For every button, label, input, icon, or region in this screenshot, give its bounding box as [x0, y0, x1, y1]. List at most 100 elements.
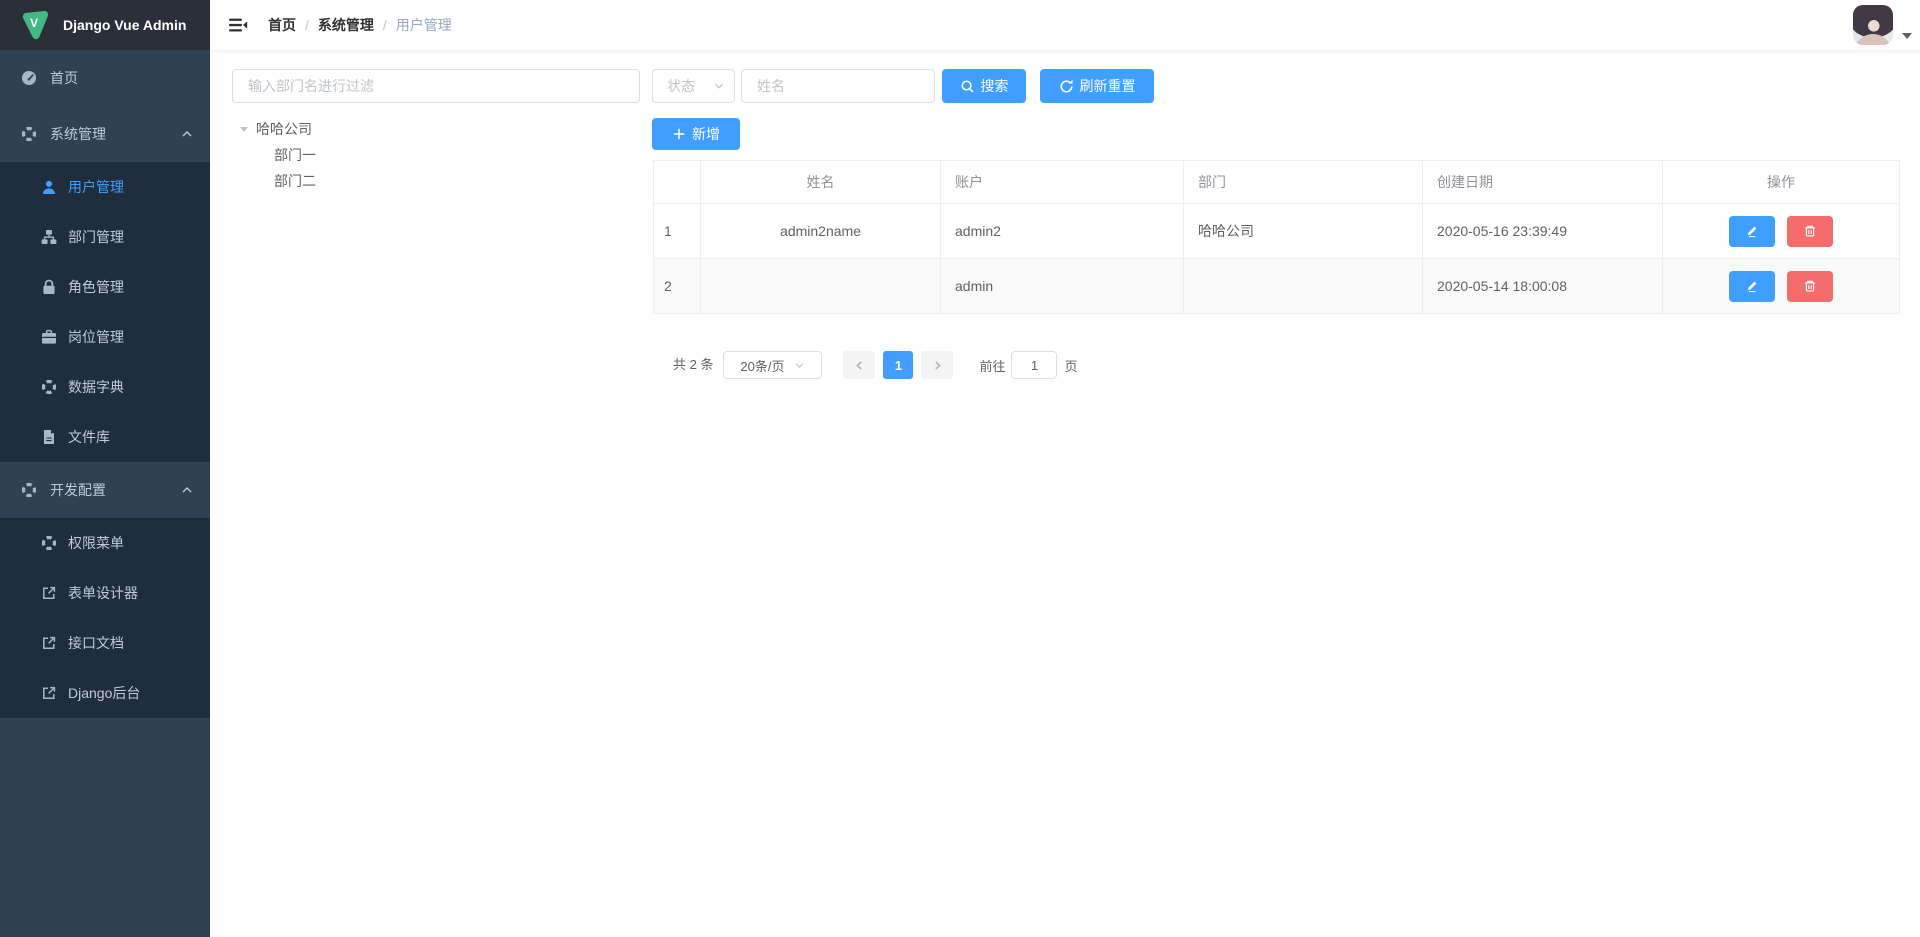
page-jumper-input[interactable]	[1011, 351, 1057, 379]
refresh-reset-button-label: 刷新重置	[1080, 76, 1136, 96]
app-title: Django Vue Admin	[63, 17, 186, 33]
table-header-row: 姓名 账户 部门 创建日期 操作	[654, 161, 1900, 204]
tree-node-root[interactable]: 哈哈公司	[232, 116, 640, 142]
permission-icon	[41, 535, 57, 551]
edit-button[interactable]	[1729, 216, 1775, 247]
hamburger-icon	[228, 15, 248, 35]
col-header-index	[654, 161, 701, 204]
svg-text:V: V	[30, 16, 39, 30]
name-filter-input[interactable]	[741, 69, 935, 103]
dashboard-icon	[21, 70, 37, 86]
cell-dept: 哈哈公司	[1184, 204, 1423, 259]
chevron-up-icon	[181, 128, 193, 140]
search-icon	[960, 79, 975, 94]
page-size-value: 20条/页	[740, 356, 784, 375]
page-number-active[interactable]: 1	[883, 351, 913, 379]
sidebar-group-label: 开发配置	[50, 480, 106, 500]
sidebar-item-users[interactable]: 用户管理	[0, 162, 210, 212]
chevron-down-icon	[793, 359, 806, 372]
sidebar-item-api-docs[interactable]: 接口文档	[0, 618, 210, 668]
sidebar-item-label: 数据字典	[68, 377, 124, 397]
app-root: V Django Vue Admin 首页 系统管理	[0, 0, 1920, 937]
document-icon	[41, 429, 57, 445]
goto-label: 前往	[979, 356, 1005, 375]
chevron-up-icon	[181, 484, 193, 496]
dept-filter-input[interactable]	[232, 69, 640, 103]
next-page-button[interactable]	[921, 351, 953, 379]
sidebar-item-permission-menu[interactable]: 权限菜单	[0, 518, 210, 568]
status-select[interactable]: 状态	[652, 69, 735, 103]
navbar: 首页 / 系统管理 / 用户管理	[210, 0, 1920, 50]
dept-tree: 哈哈公司 部门一 部门二	[232, 116, 640, 194]
sidebar-group-devconfig[interactable]: 开发配置	[0, 462, 210, 518]
external-link-icon	[41, 635, 57, 651]
component-icon	[21, 482, 37, 498]
cell-account: admin	[941, 259, 1184, 314]
add-button[interactable]: 新增	[652, 118, 740, 150]
tree-node-label: 哈哈公司	[256, 119, 312, 139]
search-button[interactable]: 搜索	[942, 69, 1026, 103]
col-header-name: 姓名	[701, 161, 941, 204]
dept-filter	[232, 69, 640, 103]
sidebar-item-positions[interactable]: 岗位管理	[0, 312, 210, 362]
component-icon	[21, 126, 37, 142]
sidebar-item-files[interactable]: 文件库	[0, 412, 210, 462]
user-avatar[interactable]	[1853, 5, 1893, 45]
cell-actions	[1663, 204, 1900, 259]
breadcrumb-system[interactable]: 系统管理	[318, 15, 374, 35]
submenu-system: 用户管理 部门管理 角色管理	[0, 162, 210, 462]
delete-button[interactable]	[1787, 216, 1833, 247]
col-header-dept: 部门	[1184, 161, 1423, 204]
dict-icon	[41, 379, 57, 395]
name-filter	[741, 69, 935, 103]
trash-icon	[1803, 224, 1817, 238]
sidebar-item-label: Django后台	[68, 683, 140, 703]
external-link-icon	[41, 585, 57, 601]
sidebar-item-label: 权限菜单	[68, 533, 124, 553]
sidebar-item-form-designer[interactable]: 表单设计器	[0, 568, 210, 618]
col-header-actions: 操作	[1663, 161, 1900, 204]
cell-index: 2	[654, 259, 701, 314]
sidebar-item-label: 接口文档	[68, 633, 124, 653]
breadcrumb-current: 用户管理	[396, 15, 452, 35]
app-logo[interactable]: V Django Vue Admin	[0, 0, 210, 50]
tree-node-label: 部门二	[274, 171, 316, 191]
page-unit-label: 页	[1064, 356, 1077, 375]
edit-button[interactable]	[1729, 271, 1775, 302]
tree-node-label: 部门一	[274, 145, 316, 165]
cell-created: 2020-05-16 23:39:49	[1423, 204, 1663, 259]
sidebar-item-home[interactable]: 首页	[0, 50, 210, 106]
breadcrumb-home[interactable]: 首页	[268, 15, 296, 35]
submenu-devconfig: 权限菜单 表单设计器 接口文档	[0, 518, 210, 718]
lock-icon	[41, 279, 57, 295]
delete-button[interactable]	[1787, 271, 1833, 302]
caret-down-icon[interactable]	[1902, 33, 1912, 39]
sidebar-group-system[interactable]: 系统管理	[0, 106, 210, 162]
tree-node-child[interactable]: 部门一	[232, 142, 640, 168]
edit-icon	[1745, 279, 1759, 293]
chevron-right-icon	[931, 359, 944, 372]
cell-name: admin2name	[701, 204, 941, 259]
sidebar-item-departments[interactable]: 部门管理	[0, 212, 210, 262]
tree-node-child[interactable]: 部门二	[232, 168, 640, 194]
tree-expand-icon[interactable]	[232, 127, 256, 132]
sidebar-item-label: 用户管理	[68, 177, 124, 197]
page-size-select[interactable]: 20条/页	[723, 351, 822, 379]
sidebar-item-label: 岗位管理	[68, 327, 124, 347]
pagination-total: 共 2 条	[673, 351, 713, 379]
breadcrumb: 首页 / 系统管理 / 用户管理	[268, 15, 452, 35]
sidebar-item-dictionary[interactable]: 数据字典	[0, 362, 210, 412]
breadcrumb-separator: /	[305, 17, 309, 33]
prev-page-button[interactable]	[843, 351, 875, 379]
col-header-account: 账户	[941, 161, 1184, 204]
cell-dept	[1184, 259, 1423, 314]
sidebar-item-django-admin[interactable]: Django后台	[0, 668, 210, 718]
cell-account: admin2	[941, 204, 1184, 259]
briefcase-icon	[41, 329, 57, 345]
cell-name	[701, 259, 941, 314]
trash-icon	[1803, 279, 1817, 293]
hamburger-button[interactable]	[210, 0, 263, 50]
refresh-reset-button[interactable]: 刷新重置	[1040, 69, 1154, 103]
sidebar-item-roles[interactable]: 角色管理	[0, 262, 210, 312]
plus-icon	[672, 127, 686, 141]
